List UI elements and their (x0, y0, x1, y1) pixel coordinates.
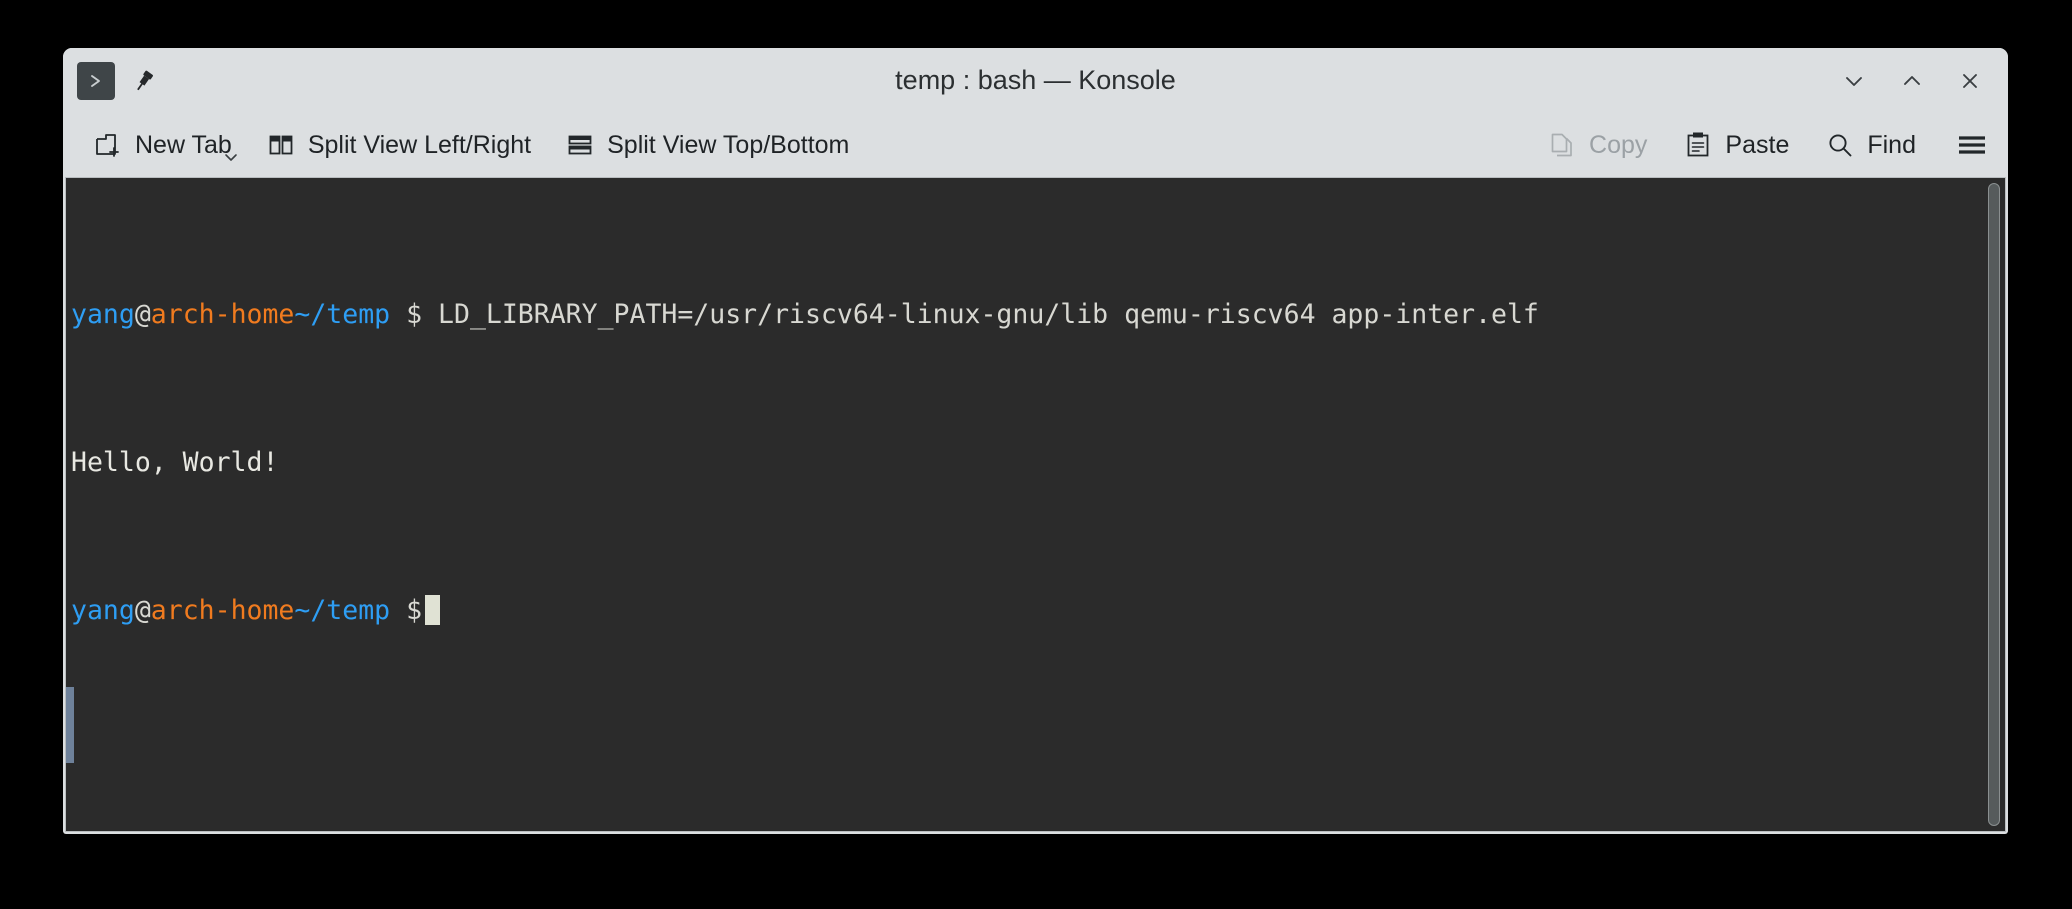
copy-icon (1547, 130, 1577, 160)
paste-icon (1683, 130, 1713, 160)
split-view-top-bottom-button[interactable]: Split View Top/Bottom (555, 126, 859, 164)
terminal-line-output-1: Hello, World! (71, 444, 2005, 481)
split-view-left-right-button[interactable]: Split View Left/Right (256, 126, 541, 164)
terminal-line-marker (66, 687, 74, 763)
prompt-at: @ (134, 299, 151, 330)
split-view-top-bottom-label: Split View Top/Bottom (607, 130, 850, 159)
command-spacer (422, 299, 438, 330)
command-text: LD_LIBRARY_PATH=/usr/riscv64-linux-gnu/l… (438, 299, 1539, 330)
prompt-path: ~/temp (294, 299, 391, 330)
new-tab-button[interactable]: New Tab (83, 126, 242, 164)
maximize-icon[interactable] (1890, 59, 1934, 103)
prompt-path-2: ~/temp (294, 595, 391, 626)
pin-icon[interactable] (129, 66, 159, 96)
titlebar[interactable]: temp : bash — Konsole (63, 48, 2008, 113)
terminal-line-prompt-1: yang@arch-home~/temp $ LD_LIBRARY_PATH=/… (71, 296, 2005, 333)
prompt-at-2: @ (134, 595, 151, 626)
prompt-symbol-spacer-2 (390, 595, 406, 626)
terminal-cursor (425, 595, 441, 625)
paste-button[interactable]: Paste (1673, 126, 1799, 164)
prompt-symbol-2: $ (406, 595, 423, 626)
scrollbar-thumb[interactable] (1988, 183, 2000, 826)
desktop-background: temp : bash — Konsole New Tab Split View… (0, 0, 2072, 909)
hamburger-menu-icon[interactable] (1952, 125, 1992, 165)
paste-label: Paste (1725, 130, 1790, 159)
konsole-prompt-icon[interactable] (77, 61, 115, 100)
close-icon[interactable] (1948, 59, 1992, 103)
toolbar-right-group: Copy Paste Find (1537, 125, 1992, 165)
copy-button[interactable]: Copy (1537, 126, 1657, 164)
find-label: Find (1867, 130, 1916, 159)
output-text: Hello, World! (71, 447, 279, 478)
split-horizontal-icon (565, 130, 595, 160)
new-tab-label: New Tab (135, 130, 232, 159)
copy-label: Copy (1589, 130, 1648, 159)
find-button[interactable]: Find (1815, 126, 1926, 164)
prompt-user: yang (71, 299, 135, 330)
split-vertical-icon (266, 130, 296, 160)
titlebar-left-icons (63, 61, 159, 100)
main-toolbar: New Tab Split View Left/Right Split View… (63, 113, 2008, 177)
terminal-line-prompt-2: yang@arch-home~/temp $ (71, 592, 2005, 629)
terminal-output[interactable]: yang@arch-home~/temp $ LD_LIBRARY_PATH=/… (66, 178, 2005, 831)
new-tab-icon (93, 130, 123, 160)
split-view-left-right-label: Split View Left/Right (307, 130, 532, 159)
prompt-host: arch-home (150, 299, 295, 330)
terminal-view[interactable]: yang@arch-home~/temp $ LD_LIBRARY_PATH=/… (65, 177, 2006, 832)
window-controls (1832, 48, 1992, 113)
minimize-icon[interactable] (1832, 59, 1876, 103)
prompt-symbol-spacer (390, 299, 406, 330)
prompt-user-2: yang (71, 595, 135, 626)
terminal-scrollbar[interactable] (1986, 181, 2002, 828)
chevron-down-icon[interactable] (222, 150, 240, 168)
prompt-symbol: $ (406, 299, 423, 330)
prompt-host-2: arch-home (150, 595, 295, 626)
search-icon (1825, 130, 1855, 160)
window-title: temp : bash — Konsole (895, 65, 1176, 95)
konsole-window: temp : bash — Konsole New Tab Split View… (63, 48, 2008, 834)
